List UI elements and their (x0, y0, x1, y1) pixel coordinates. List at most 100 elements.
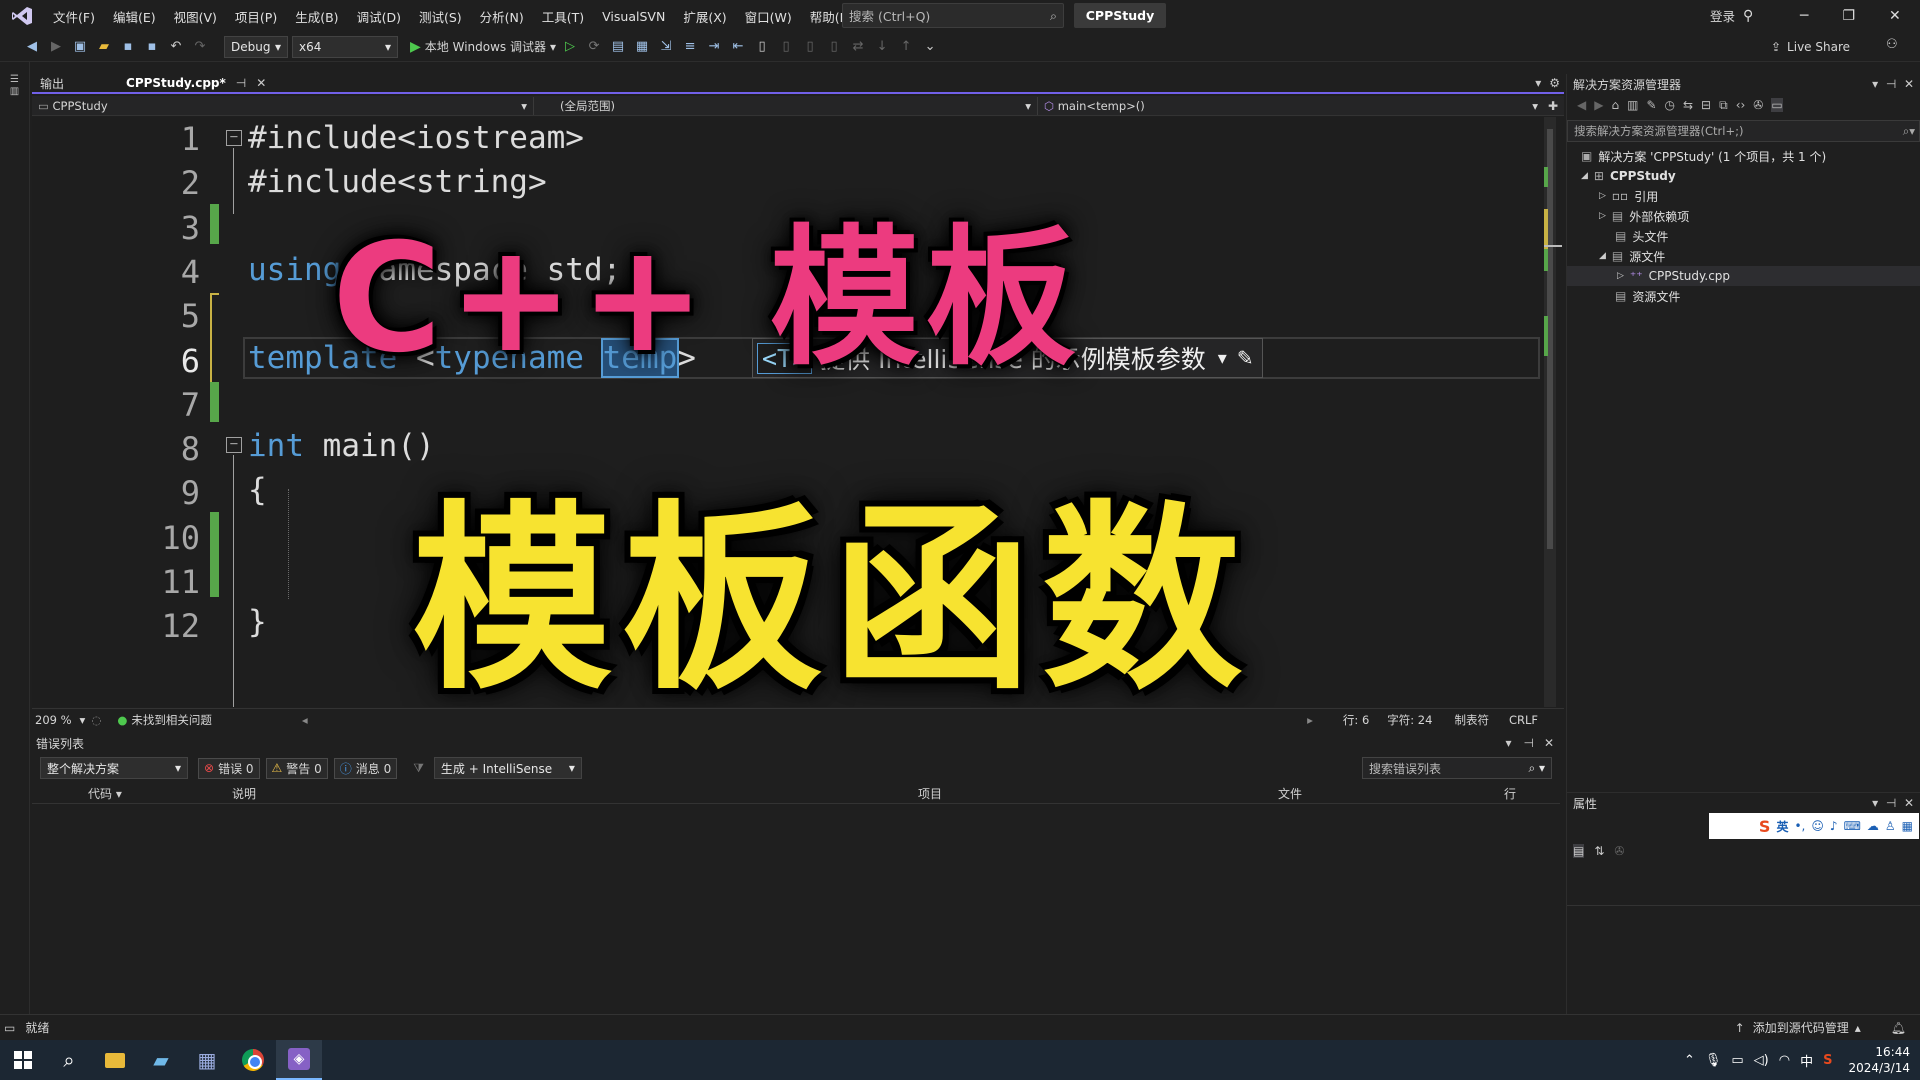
categorized-icon[interactable]: ▤ (1573, 844, 1585, 858)
code-editor[interactable]: 1 2 3 4 5 6 7 8 9 10 11 12 − − #include<iostream> #… (32, 117, 1552, 707)
column-project[interactable]: 项目 (918, 785, 942, 802)
close-panel-icon[interactable]: ✕ (1544, 736, 1554, 750)
chevron-down-icon[interactable]: ▾ (80, 713, 86, 727)
alphabetical-icon[interactable]: ⇅ (1594, 844, 1604, 858)
collapsed-chevron-icon[interactable]: ▷ (1599, 211, 1606, 221)
menu-item[interactable]: 分析(N) (471, 0, 533, 32)
error-search-input[interactable]: 搜索错误列表 ⌕ ▾ (1362, 757, 1552, 779)
view-code-icon[interactable]: ‹› (1736, 98, 1746, 112)
bookmark-prev-icon[interactable]: ▯ (776, 37, 796, 57)
login-link[interactable]: 登录 (1710, 6, 1735, 25)
tray-wifi-icon[interactable]: ◠ (1779, 1053, 1790, 1068)
tray-battery-icon[interactable]: ▭ (1731, 1053, 1743, 1068)
layout-icon[interactable]: ▦ (632, 37, 652, 57)
attach-icon[interactable]: ⇄ (848, 37, 868, 57)
pin-icon[interactable]: ⊣ (236, 76, 246, 90)
collapsed-chevron-icon[interactable]: ▷ (1599, 191, 1606, 201)
tab-cppstudy-cpp[interactable]: CPPStudy.cpp* ⊣ ✕ (118, 74, 275, 92)
sync-icon[interactable]: ⇆ (1683, 98, 1693, 112)
taskbar-clock[interactable]: 16:44 2024/3/14 (1848, 1044, 1910, 1076)
preview-selected-icon[interactable]: ▭ (1771, 98, 1783, 112)
zoom-level[interactable]: 209 % (35, 713, 72, 727)
show-all-files-icon[interactable]: ⧉ (1719, 98, 1728, 113)
restore-icon[interactable]: ❐ (1842, 8, 1855, 24)
forward-icon[interactable]: ▶ (1594, 98, 1603, 112)
sogou-logo-icon[interactable]: S (1759, 817, 1771, 836)
home-icon[interactable]: ⌂ (1611, 98, 1619, 112)
solution-search-input[interactable]: 搜索解决方案资源管理器(Ctrl+;) ⌕▾ (1567, 120, 1920, 142)
global-search-input[interactable]: 搜索 (Ctrl+Q) ⌕ (842, 3, 1064, 28)
step-icon[interactable]: ⇲ (656, 37, 676, 57)
shirt-icon[interactable]: ♙ (1885, 819, 1896, 833)
error-scope-dropdown[interactable]: 整个解决方案 ▾ (40, 757, 188, 779)
close-panel-icon[interactable]: ✕ (1904, 77, 1914, 91)
close-window-icon[interactable]: ✕ (1889, 8, 1901, 24)
tray-microphone-icon[interactable]: 🎙︎ (1705, 1053, 1722, 1068)
bookmark-icon[interactable]: ▯ (752, 37, 772, 57)
tree-project[interactable]: ◢ ⊞ CPPStudy (1567, 166, 1920, 186)
back-icon[interactable]: ◀ (1577, 98, 1586, 112)
tree-solution[interactable]: ▣ 解决方案 'CPPStudy' (1 个项目，共 1 个) (1567, 146, 1920, 166)
notifications-bell-icon[interactable]: 🔔︎ (1891, 1021, 1906, 1035)
column-line[interactable]: 行 (1504, 785, 1516, 802)
tree-external-deps[interactable]: ▷ ▤ 外部依赖项 (1567, 206, 1920, 226)
pin-icon[interactable]: ⊣ (1886, 77, 1896, 91)
scope-nav-dropdown[interactable]: (全局范围) ▾ (534, 96, 1038, 115)
tree-source-files[interactable]: ◢ ▤ 源文件 (1567, 246, 1920, 266)
tray-sogou-icon[interactable]: S (1823, 1053, 1832, 1068)
menu-item[interactable]: 扩展(X) (674, 0, 735, 32)
chevron-down-icon[interactable]: ▾ (1872, 77, 1878, 91)
fold-collapse-icon[interactable]: − (226, 130, 242, 146)
live-share-button[interactable]: ⇪ Live Share (1771, 40, 1850, 54)
chevron-down-icon[interactable]: ▾ (1872, 796, 1878, 810)
menu-item[interactable]: 视图(V) (165, 0, 226, 32)
warnings-filter-button[interactable]: ⚠ 警告 0 (265, 757, 328, 779)
tray-volume-icon[interactable]: ◁) (1754, 1053, 1769, 1068)
fold-collapse-icon[interactable]: − (226, 437, 242, 453)
property-pages-wrench-icon[interactable]: ✇ (1614, 844, 1624, 858)
bookmark-clear-icon[interactable]: ▯ (824, 37, 844, 57)
forward-icon[interactable]: ▶ (46, 37, 66, 57)
cursor-char[interactable]: 字符: 24 (1387, 712, 1432, 728)
tree-cppstudy-cpp[interactable]: ▷ ⁺⁺ CPPStudy.cpp (1567, 266, 1920, 286)
up-arrow-icon[interactable]: ↑ (896, 37, 916, 57)
collapsed-chevron-icon[interactable]: ▷ (1617, 271, 1624, 281)
indent-icon[interactable]: ⇥ (704, 37, 724, 57)
switch-views-icon[interactable]: ▥ (1627, 98, 1638, 112)
column-file[interactable]: 文件 (1278, 785, 1302, 802)
menu-item[interactable]: 工具(T) (533, 0, 593, 32)
menu-item[interactable]: 测试(S) (410, 0, 471, 32)
menu-item[interactable]: 项目(P) (226, 0, 286, 32)
feedback-person-icon[interactable]: ⚇ (1886, 37, 1898, 52)
member-nav-dropdown[interactable]: ⬡ main<temp>() ▾ (1038, 97, 1544, 115)
open-file-icon[interactable]: ▰ (94, 37, 114, 57)
outdent-icon[interactable]: ⇤ (728, 37, 748, 57)
microphone-icon[interactable]: ♪ (1830, 819, 1838, 833)
column-code[interactable]: 代码 ▾ (88, 785, 122, 802)
tree-resource-files[interactable]: ▤ 资源文件 (1567, 286, 1920, 306)
down-arrow-icon[interactable]: ↓ (872, 37, 892, 57)
toolbox-tab-icon[interactable]: ☰ ▥ (9, 74, 21, 98)
bookmark-next-icon[interactable]: ▯ (800, 37, 820, 57)
chevron-down-icon[interactable]: ▾ (1218, 348, 1227, 369)
taskbar-search-icon[interactable]: ⌕ (46, 1040, 92, 1080)
minimize-icon[interactable]: ─ (1800, 8, 1808, 24)
menu-item[interactable]: 生成(B) (286, 0, 347, 32)
config-dropdown[interactable]: Debug ▾ (224, 35, 288, 58)
expanded-chevron-icon[interactable]: ◢ (1581, 171, 1588, 181)
run-debugger-button[interactable]: ▶ 本地 Windows 调试器 ▾ (410, 38, 556, 55)
errors-filter-button[interactable]: ⊗ 错误 0 (198, 757, 260, 779)
file-explorer-icon[interactable] (92, 1040, 138, 1080)
chevron-down-icon[interactable]: ▾ (1505, 736, 1511, 750)
hot-reload-icon[interactable]: ⟳ (584, 37, 604, 57)
platform-dropdown[interactable]: x64 ▾ (292, 35, 398, 58)
browse-icon[interactable]: ▤ (608, 37, 628, 57)
feedback-icon[interactable]: ⚲ (1743, 8, 1753, 24)
editor-vertical-scrollbar[interactable] (1544, 117, 1562, 707)
tab-settings-gear-icon[interactable]: ⚙ (1549, 76, 1560, 90)
line-ending[interactable]: CRLF (1509, 713, 1538, 727)
pending-changes-icon[interactable]: ✎ (1646, 98, 1656, 112)
skin-icon[interactable]: ☁ (1867, 819, 1879, 833)
project-nav-dropdown[interactable]: ▭ CPPStudy ▾ (32, 96, 534, 115)
menu-item[interactable]: 编辑(E) (104, 0, 165, 32)
